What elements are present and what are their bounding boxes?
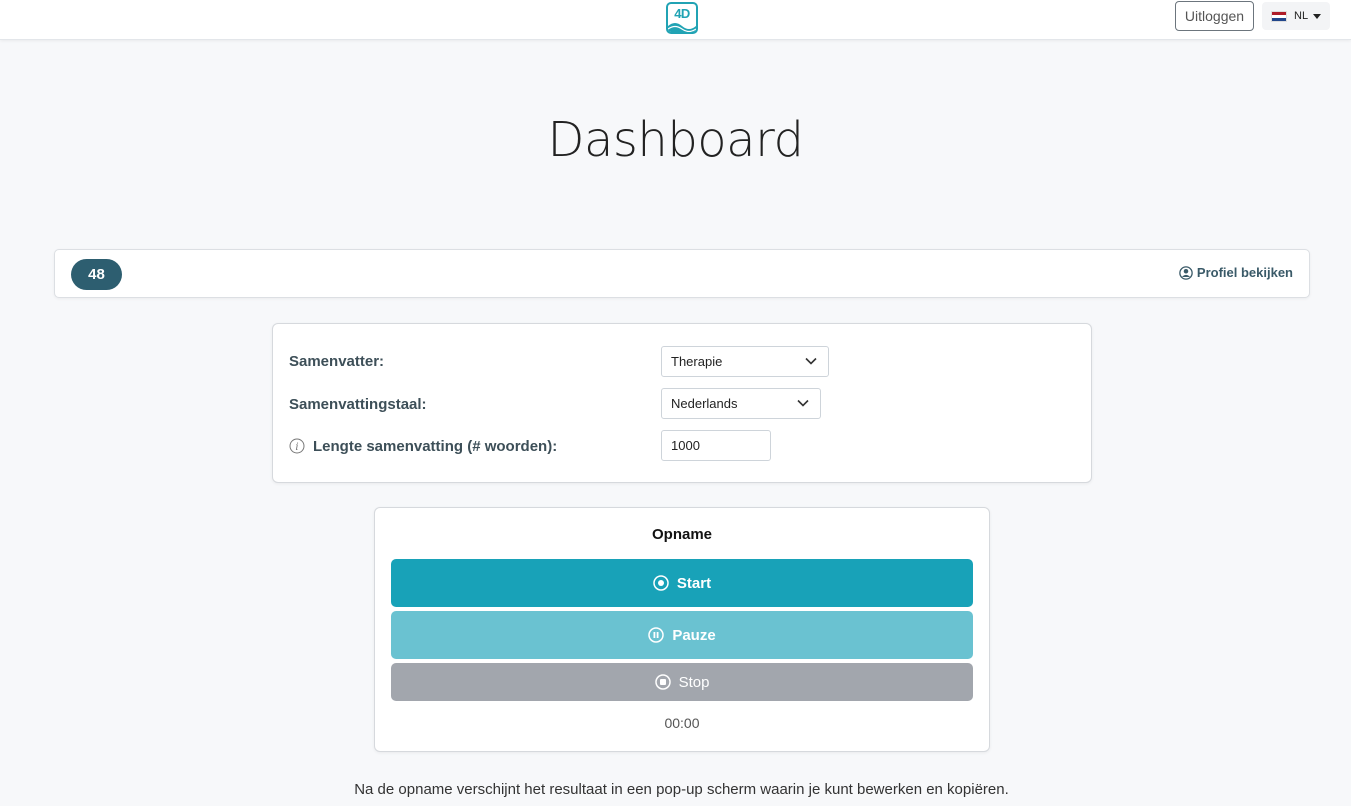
app-logo[interactable]: 4D (666, 2, 698, 34)
recording-title: Opname (651, 526, 712, 543)
start-label: Start (676, 574, 712, 592)
chevron-down-icon (797, 399, 809, 407)
user-circle-icon (1179, 265, 1193, 280)
logout-button[interactable]: Uitloggen (1175, 1, 1254, 31)
pause-icon (648, 627, 665, 643)
pause-label: Pauze (672, 626, 716, 644)
summary-language-label: Samenvattingstaal: (289, 396, 427, 413)
caret-down-icon (1313, 14, 1321, 19)
language-selector[interactable]: NL (1262, 2, 1330, 30)
page-title: Dashboard (547, 112, 804, 168)
language-code: NL (1294, 10, 1309, 22)
record-icon (653, 575, 669, 591)
logo-text: 4D (674, 6, 690, 21)
netherlands-flag-icon (1271, 11, 1287, 22)
start-button[interactable]: Start (391, 559, 973, 607)
recording-card: Opname Start Pauze Stop 00:00 (374, 507, 990, 752)
logo-wave-icon (668, 23, 696, 32)
summary-language-select[interactable]: Nederlands (661, 388, 821, 419)
stop-icon (654, 674, 671, 690)
view-profile-label: Profiel bekijken (1196, 265, 1293, 280)
recording-timer: 00:00 (664, 715, 700, 731)
stop-label: Stop (678, 673, 710, 691)
result-info-text: Na de opname verschijnt het resultaat in… (354, 781, 1009, 798)
profile-bar: 48 Profiel bekijken (54, 249, 1310, 298)
summarizer-value: Therapie (671, 354, 723, 369)
summary-length-label: Lengte samenvatting (# woorden): (313, 438, 558, 455)
summarizer-label: Samenvatter: (289, 353, 385, 370)
pause-button[interactable]: Pauze (391, 611, 973, 659)
chevron-down-icon (805, 357, 817, 365)
top-navbar: 4D Uitloggen NL (0, 0, 1351, 40)
info-icon[interactable]: i (289, 438, 305, 454)
summary-length-input[interactable]: 1000 (661, 430, 771, 461)
summary-language-value: Nederlands (671, 396, 738, 411)
count-badge: 48 (71, 259, 122, 290)
stop-button[interactable]: Stop (391, 663, 973, 701)
svg-text:i: i (295, 442, 298, 453)
summarizer-select[interactable]: Therapie (661, 346, 829, 377)
view-profile-link[interactable]: Profiel bekijken (1179, 265, 1293, 280)
summary-settings-card: Samenvatter: Therapie Samenvattingstaal:… (272, 323, 1092, 483)
